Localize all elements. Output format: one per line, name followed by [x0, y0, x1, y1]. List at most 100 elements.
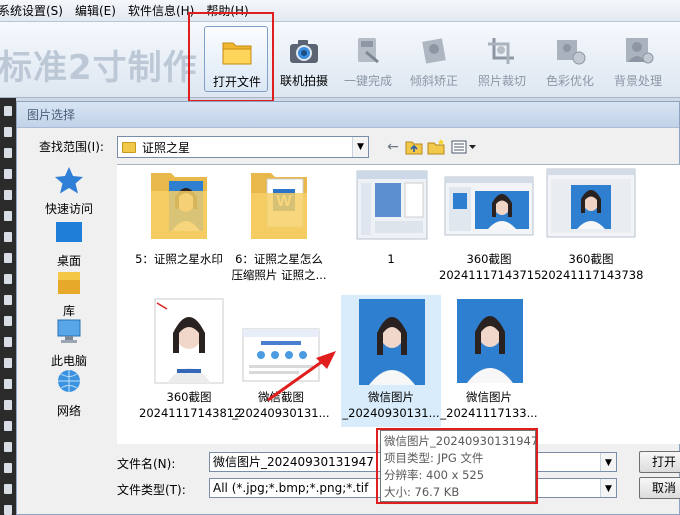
open-file-button[interactable]: 打开文件 — [204, 26, 268, 92]
film-perforation — [4, 106, 12, 116]
tilt-correct-button[interactable]: 倾斜矫正 — [402, 26, 466, 92]
background-process-button[interactable]: 背景处理 — [606, 26, 670, 92]
filename-label: 文件名(N): — [117, 457, 176, 471]
back-arrow-icon[interactable]: ← — [385, 138, 401, 156]
place-library[interactable]: 库 — [37, 268, 101, 319]
film-perforation — [4, 463, 12, 473]
film-perforation — [4, 358, 12, 368]
place-desktop[interactable]: 桌面 — [37, 218, 101, 269]
tooltip-size: 大小: 76.7 KB — [384, 485, 460, 499]
film-perforation — [4, 148, 12, 158]
file-name-line2: _20240930131... — [342, 406, 440, 420]
film-perforation — [4, 295, 12, 305]
film-perforation — [4, 274, 12, 284]
file-name-line2: 20241117143738 — [541, 268, 644, 282]
tooltip-resolution: 分辨率: 400 x 525 — [384, 468, 485, 482]
menu-software-info[interactable]: 软件信息(H) — [122, 0, 200, 22]
color-optimize-button[interactable]: 色彩优化 — [538, 26, 602, 92]
file-item[interactable]: 360截图 20241117143738 — [541, 167, 644, 291]
place-label: 此电脑 — [50, 354, 87, 368]
place-this-pc[interactable]: 此电脑 — [37, 318, 101, 369]
desktop-icon — [56, 222, 82, 242]
chevron-down-icon[interactable]: ▼ — [600, 479, 616, 497]
film-perforation — [4, 505, 12, 515]
menu-bar: 系统设置(S) 编辑(E) 软件信息(H) 帮助(H) — [0, 0, 680, 22]
screenshot-thumbnail — [351, 167, 431, 243]
photo-crop-label: 照片裁切 — [477, 74, 526, 88]
view-menu-icon[interactable] — [451, 138, 477, 156]
color-optimize-label: 色彩优化 — [545, 74, 594, 88]
file-item[interactable]: 360截图 20241117143715 — [439, 167, 541, 291]
open-file-label: 打开文件 — [212, 75, 261, 89]
star-icon — [55, 167, 83, 194]
film-perforation — [4, 232, 12, 242]
tilt-correct-label: 倾斜矫正 — [409, 74, 458, 88]
toolbar: 标准2寸制作 打开文件 联机拍摄 一键完成 倾斜矫正 照片裁切 色彩优化 背景处… — [0, 22, 680, 98]
film-perforation — [4, 127, 12, 137]
camera-capture-button[interactable]: 联机拍摄 — [272, 26, 336, 92]
file-name-line2: _20240930131... — [232, 406, 330, 420]
file-list: 5：证照之星水印 W 6：证照之星怎么 压缩照片 证照之... — [117, 164, 680, 444]
film-perforation — [4, 484, 12, 494]
file-name: 5：证照之星水印 — [135, 252, 223, 266]
place-label: 桌面 — [56, 254, 81, 268]
film-perforation — [4, 400, 12, 410]
screenshot-thumbnail — [545, 167, 637, 243]
photo-crop-button[interactable]: 照片裁切 — [470, 26, 534, 92]
folder-thumbnail: W — [239, 167, 319, 243]
place-label: 库 — [62, 304, 75, 318]
film-perforation — [4, 253, 12, 263]
background-process-label: 背景处理 — [613, 74, 662, 88]
look-in-value: 证照之星 — [142, 140, 191, 155]
file-name-line1: 360截图 — [568, 252, 614, 266]
image-select-dialog: 图片选择 查找范围(I): 证照之星 ▼ ← 快速访问 桌面 库 此电脑 网络 … — [16, 101, 680, 515]
file-name-line1: 6：证照之星怎么 — [235, 252, 323, 266]
crop-icon — [488, 38, 514, 64]
film-perforation — [4, 442, 12, 452]
cancel-button[interactable]: 取消 — [639, 477, 680, 499]
place-label: 网络 — [56, 404, 81, 418]
menu-edit[interactable]: 编辑(E) — [69, 0, 122, 22]
one-click-label: 一键完成 — [343, 74, 392, 88]
film-strip-decoration — [0, 98, 16, 515]
tooltip-type: 项目类型: JPG 文件 — [384, 451, 484, 465]
film-perforation — [4, 211, 12, 221]
menu-system-settings[interactable]: 系统设置(S) — [0, 0, 69, 22]
menu-help[interactable]: 帮助(H) — [200, 0, 254, 22]
file-item[interactable]: W 6：证照之星怎么 压缩照片 证照之... — [229, 167, 329, 291]
filetype-value: All (*.jpg;*.bmp;*.png;*.tif — [213, 481, 369, 495]
film-perforation — [4, 337, 12, 347]
folder-icon — [222, 42, 252, 65]
file-name-line1: 微信截图 — [258, 390, 304, 404]
file-item[interactable]: 微信截图 _20240930131... — [231, 297, 331, 427]
file-item[interactable]: 5：证照之星水印 — [129, 167, 229, 291]
folder-icon — [122, 141, 136, 153]
film-perforation — [4, 169, 12, 179]
up-folder-icon[interactable] — [405, 138, 423, 156]
film-perforation — [4, 379, 12, 389]
file-item-selected[interactable]: 微信图片 _20240930131... — [341, 295, 441, 427]
chevron-down-icon[interactable]: ▼ — [600, 453, 616, 471]
file-item[interactable]: 1 — [341, 167, 441, 291]
look-in-dropdown[interactable]: 证照之星 ▼ — [117, 136, 369, 158]
file-name-line1: 360截图 — [466, 252, 512, 266]
file-item[interactable]: 360截图 20241117143812 — [139, 297, 241, 427]
one-click-button[interactable]: 一键完成 — [336, 26, 400, 92]
chevron-down-icon[interactable]: ▼ — [352, 137, 368, 157]
file-item[interactable]: 微信图片 _20241117133... — [439, 297, 539, 427]
film-perforation — [4, 316, 12, 326]
file-name-line1: 360截图 — [166, 390, 212, 404]
file-name-line1: 微信图片 — [466, 390, 512, 404]
film-perforation — [4, 421, 12, 431]
folder-thumbnail — [139, 167, 219, 243]
place-quick-access[interactable]: 快速访问 — [37, 166, 101, 217]
camera-icon — [290, 40, 318, 63]
photo-thumbnail — [449, 297, 529, 385]
new-folder-icon[interactable] — [427, 138, 445, 156]
filename-value: 微信图片_20240930131947 — [213, 455, 374, 469]
file-name-line1: 微信图片 — [368, 390, 414, 404]
person-icon — [626, 38, 654, 64]
palette-icon — [557, 40, 586, 65]
place-network[interactable]: 网络 — [37, 368, 101, 419]
open-button[interactable]: 打开 — [639, 451, 680, 473]
